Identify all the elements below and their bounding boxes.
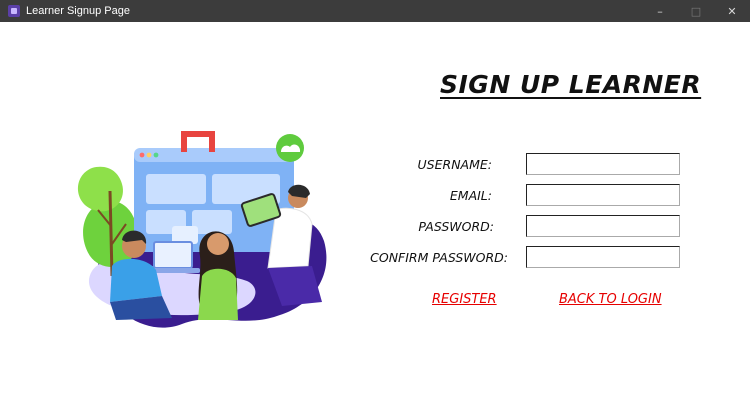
app-icon <box>8 5 20 17</box>
password-input[interactable] <box>526 215 680 237</box>
maximize-button[interactable]: □ <box>678 0 714 22</box>
password-label: PASSWORD: <box>418 219 494 234</box>
minimize-button[interactable]: – <box>642 0 678 22</box>
username-input[interactable] <box>526 153 680 175</box>
page-title: SIGN UP LEARNER <box>440 70 702 99</box>
maximize-icon: □ <box>690 4 702 18</box>
window-title: Learner Signup Page <box>26 5 130 17</box>
email-label: EMAIL: <box>449 188 492 203</box>
woman-head-shape <box>207 233 229 255</box>
tree-trunk-shape <box>108 190 114 277</box>
back-to-login-button[interactable]: BACK TO LOGIN <box>559 292 662 307</box>
woman-top-shape <box>198 268 238 320</box>
browser-panel-shape <box>146 174 206 204</box>
learners-illustration <box>77 131 327 328</box>
browser-dot-red <box>139 152 145 158</box>
confirm-password-input[interactable] <box>526 246 680 268</box>
title-bar[interactable]: Learner Signup Page – □ ✕ <box>0 0 750 22</box>
close-icon: ✕ <box>727 4 737 18</box>
window-controls: – □ ✕ <box>642 0 750 22</box>
register-button[interactable]: REGISTER <box>432 292 497 307</box>
laptop-screen-shape <box>153 241 193 269</box>
username-label: USERNAME: <box>417 157 492 172</box>
browser-dot-green <box>153 152 159 158</box>
email-input[interactable] <box>526 184 680 206</box>
close-button[interactable]: ✕ <box>714 0 750 22</box>
confirm-password-label: CONFIRM PASSWORD: <box>370 250 508 265</box>
app-window: Learner Signup Page – □ ✕ SIGN UP LEARNE… <box>0 0 750 407</box>
minimize-icon: – <box>657 4 663 18</box>
browser-dot-yellow <box>146 152 152 158</box>
tree-top-shape <box>77 166 123 212</box>
signup-panel: SIGN UP LEARNER USERNAME: EMAIL: PASSWOR… <box>0 22 750 407</box>
